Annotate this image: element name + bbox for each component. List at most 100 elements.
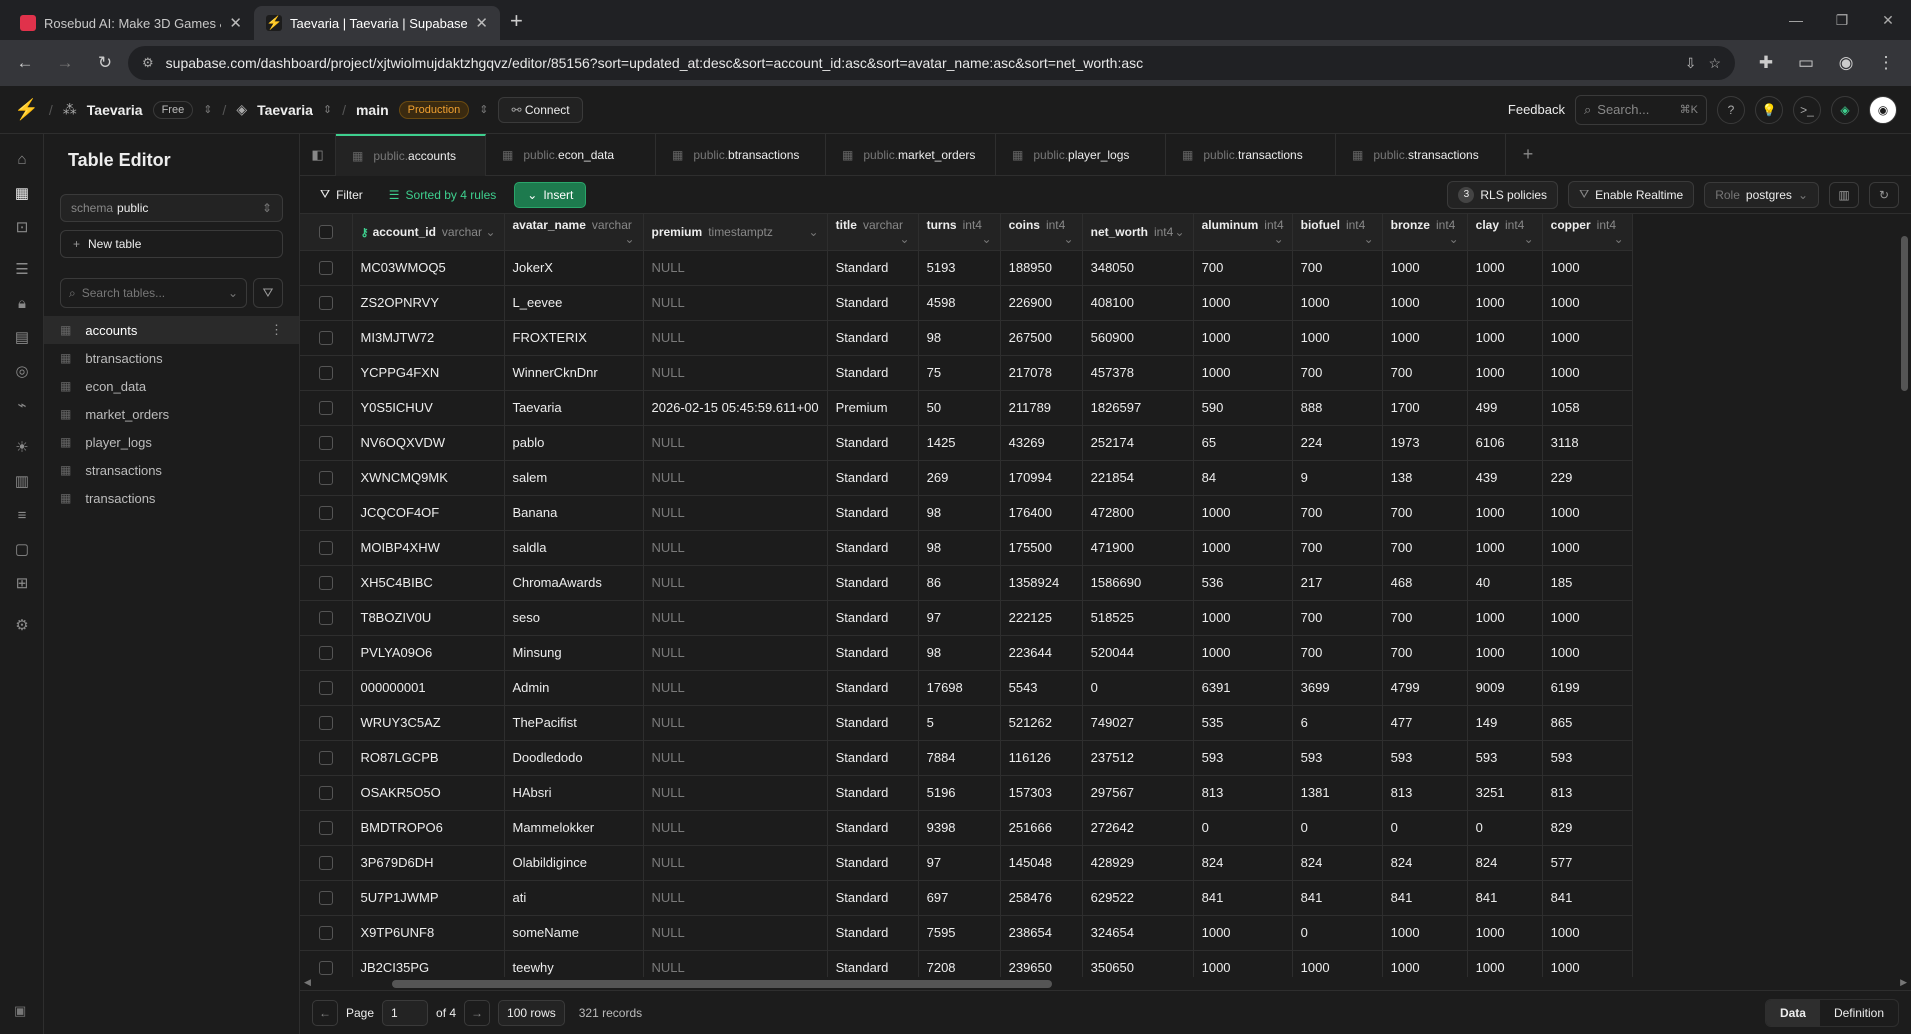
realtime-icon[interactable]: ◎ (0, 354, 44, 388)
cell-bronze[interactable]: 813 (1382, 775, 1468, 811)
cell-biofuel[interactable]: 700 (1292, 250, 1383, 286)
cell-biofuel[interactable]: 888 (1292, 390, 1383, 426)
cell-avatar-name[interactable]: FROXTERIX (504, 320, 644, 356)
cell-title[interactable]: Standard (827, 250, 919, 286)
cell-account-id[interactable]: JCQCOF4OF (352, 495, 505, 531)
cell-account-id[interactable]: BMDTROPO6 (352, 810, 505, 846)
reload-icon[interactable]: ↻ (88, 46, 122, 80)
cell-copper[interactable]: 1000 (1542, 635, 1633, 671)
cell-premium[interactable]: NULL (643, 600, 828, 636)
cell-avatar-name[interactable]: HAbsri (504, 775, 644, 811)
tab-transactions[interactable]: ▦ public.transactions (1166, 134, 1336, 176)
cell-avatar-name[interactable]: salem (504, 460, 644, 496)
cell-premium[interactable]: NULL (643, 950, 828, 977)
cell-net-worth[interactable]: 1826597 (1082, 390, 1194, 426)
cell-copper[interactable]: 1000 (1542, 950, 1633, 977)
cell-biofuel[interactable]: 1000 (1292, 320, 1383, 356)
tab-econ-data[interactable]: ▦ public.econ_data (486, 134, 656, 176)
integrations-icon[interactable]: ⊞ (0, 566, 44, 600)
url-field[interactable]: ⚙ supabase.com/dashboard/project/xjtwiol… (128, 46, 1735, 80)
cell-clay[interactable]: 40 (1467, 565, 1543, 601)
chevron-down-icon[interactable]: ⌄ (1449, 232, 1459, 246)
cell-biofuel[interactable]: 841 (1292, 880, 1383, 916)
sidebar-item-transactions[interactable]: ▦ transactions (44, 484, 299, 512)
table-row[interactable]: 000000001 Admin NULL Standard 17698 5543 0 6391… (300, 670, 1633, 706)
cell-clay[interactable]: 593 (1467, 740, 1543, 776)
tab-market-orders[interactable]: ▦ public.market_orders (826, 134, 996, 176)
bookmark-star-icon[interactable]: ☆ (1708, 55, 1721, 72)
cell-premium[interactable]: NULL (643, 810, 828, 846)
cell-copper[interactable]: 1000 (1542, 285, 1633, 321)
cell-title[interactable]: Standard (827, 670, 919, 706)
cell-account-id[interactable]: JB2CI35PG (352, 950, 505, 977)
cell-avatar-name[interactable]: seso (504, 600, 644, 636)
page-input[interactable]: 1 (382, 999, 429, 1026)
cell-turns[interactable]: 9398 (918, 810, 1001, 846)
cell-coins[interactable]: 157303 (1000, 775, 1083, 811)
cell-copper[interactable]: 1000 (1542, 600, 1633, 636)
row-checkbox[interactable] (318, 610, 333, 625)
cell-aluminum[interactable]: 84 (1193, 460, 1293, 496)
cell-account-id[interactable]: OSAKR5O5O (352, 775, 505, 811)
cell-avatar-name[interactable]: pablo (504, 425, 644, 461)
cell-bronze[interactable]: 1000 (1382, 950, 1468, 977)
cell-premium[interactable]: NULL (643, 880, 828, 916)
cell-coins[interactable]: 188950 (1000, 250, 1083, 286)
cell-turns[interactable]: 75 (918, 355, 1001, 391)
cell-avatar-name[interactable]: Admin (504, 670, 644, 706)
cell-copper[interactable]: 1000 (1542, 355, 1633, 391)
forward-icon[interactable]: → (48, 46, 82, 80)
assistant-icon[interactable]: ◈ (1831, 95, 1859, 124)
cell-account-id[interactable]: T8BOZIV0U (352, 600, 505, 636)
definition-view-tab[interactable]: Definition (1820, 1000, 1898, 1026)
cell-avatar-name[interactable]: Doodledodo (504, 740, 644, 776)
cell-title[interactable]: Standard (827, 705, 919, 741)
cell-aluminum[interactable]: 1000 (1193, 355, 1293, 391)
row-checkbox[interactable] (318, 785, 333, 800)
cell-copper[interactable]: 6199 (1542, 670, 1633, 706)
column-header-turns[interactable]: turns int4 ⌄ (918, 214, 1001, 251)
cell-clay[interactable]: 1000 (1467, 635, 1543, 671)
chevron-down-icon[interactable]: ⌄ (982, 232, 992, 246)
org-switcher-icon[interactable]: ⇕ (203, 103, 212, 116)
api-docs-icon[interactable]: ▢ (0, 532, 44, 566)
cell-title[interactable]: Standard (827, 775, 919, 811)
cell-premium[interactable]: NULL (643, 460, 828, 496)
cell-coins[interactable]: 251666 (1000, 810, 1083, 846)
cell-turns[interactable]: 50 (918, 390, 1001, 426)
cell-aluminum[interactable]: 1000 (1193, 600, 1293, 636)
storage-icon[interactable]: ▤ (0, 320, 44, 354)
cell-biofuel[interactable]: 3699 (1292, 670, 1383, 706)
chevron-down-icon[interactable]: ⌄ (1175, 225, 1185, 239)
column-header-bronze[interactable]: bronze int4 ⌄ (1382, 214, 1468, 251)
chevron-down-icon[interactable]: ⌄ (1614, 232, 1624, 246)
cell-bronze[interactable]: 593 (1382, 740, 1468, 776)
cell-title[interactable]: Standard (827, 600, 919, 636)
branch-name[interactable]: main (356, 102, 389, 118)
cell-net-worth[interactable]: 252174 (1082, 425, 1194, 461)
cell-account-id[interactable]: ZS2OPNRVY (352, 285, 505, 321)
cell-bronze[interactable]: 0 (1382, 810, 1468, 846)
cell-title[interactable]: Standard (827, 565, 919, 601)
chevron-down-icon[interactable]: ⌄ (485, 225, 495, 239)
cell-net-worth[interactable]: 0 (1082, 670, 1194, 706)
cell-title[interactable]: Standard (827, 810, 919, 846)
row-checkbox[interactable] (318, 295, 333, 310)
cell-net-worth[interactable]: 471900 (1082, 530, 1194, 566)
cell-net-worth[interactable]: 297567 (1082, 775, 1194, 811)
cell-aluminum[interactable]: 590 (1193, 390, 1293, 426)
new-table-button[interactable]: + New table (60, 230, 283, 258)
cell-clay[interactable]: 824 (1467, 845, 1543, 881)
cell-bronze[interactable]: 468 (1382, 565, 1468, 601)
cell-turns[interactable]: 86 (918, 565, 1001, 601)
rls-policies-button[interactable]: 3 RLS policies (1447, 180, 1559, 209)
cell-biofuel[interactable]: 700 (1292, 635, 1383, 671)
cell-bronze[interactable]: 700 (1382, 635, 1468, 671)
cell-copper[interactable]: 185 (1542, 565, 1633, 601)
table-row[interactable]: ZS2OPNRVY L_eevee NULL Standard 4598 226900 40… (300, 285, 1633, 321)
cell-copper[interactable]: 865 (1542, 705, 1633, 741)
cell-aluminum[interactable]: 536 (1193, 565, 1293, 601)
cell-account-id[interactable]: Y0S5ICHUV (352, 390, 505, 426)
column-header-coins[interactable]: coins int4 ⌄ (1000, 214, 1083, 251)
cell-coins[interactable]: 211789 (1000, 390, 1083, 426)
